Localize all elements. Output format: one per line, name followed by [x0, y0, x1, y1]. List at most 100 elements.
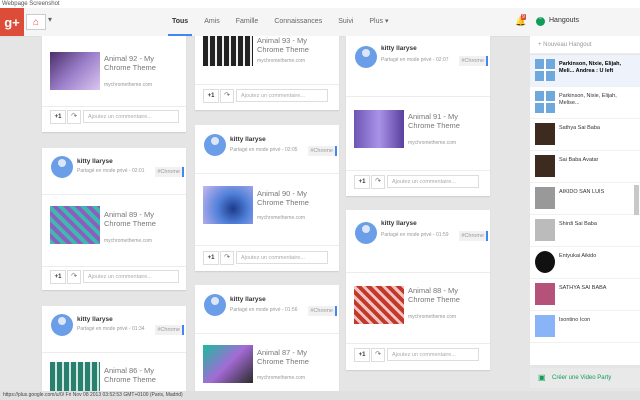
plus-one-button[interactable]: +1: [50, 110, 66, 124]
notification-count[interactable]: 9: [521, 14, 526, 20]
post-card: kitty llaryse Partagé en mode privé - 01…: [195, 285, 339, 391]
theme-thumbnail[interactable]: [203, 36, 253, 66]
author-name[interactable]: kitty llaryse: [381, 45, 417, 52]
theme-thumbnail[interactable]: [354, 286, 404, 324]
post-title[interactable]: Animal 87 - My Chrome Theme: [257, 348, 335, 366]
plus-one-button[interactable]: +1: [203, 251, 219, 265]
avatar[interactable]: [355, 46, 377, 68]
share-icon: ↷: [224, 254, 230, 261]
hashtag[interactable]: #Chrome: [459, 231, 488, 241]
plus-one-button[interactable]: +1: [354, 348, 370, 362]
theme-thumbnail[interactable]: [354, 110, 404, 148]
hangout-name: AIKIDO SAN LUIS: [559, 189, 605, 195]
share-button[interactable]: ↷: [371, 348, 385, 362]
theme-thumbnail[interactable]: [203, 186, 253, 224]
post-title[interactable]: Animal 89 - My Chrome Theme: [104, 210, 182, 228]
hangout-item[interactable]: Isontino Icon: [530, 311, 640, 343]
avatar[interactable]: [355, 222, 377, 244]
share-button[interactable]: ↷: [220, 89, 234, 103]
hangout-list: Parkinson, Nixie, Elijah, Meli... Andrea…: [530, 55, 640, 365]
theme-thumbnail[interactable]: [50, 206, 100, 244]
create-video-party-button[interactable]: Créer une Video Party: [530, 368, 640, 388]
google-plus-logo[interactable]: g+: [0, 8, 24, 36]
hashtag[interactable]: #Chrome: [155, 325, 184, 335]
comment-input[interactable]: Ajoutez un commentaire...: [387, 348, 479, 361]
hangout-item[interactable]: Sai Baba Avatar: [530, 151, 640, 183]
avatar[interactable]: [51, 314, 73, 336]
tab-amis[interactable]: Amis: [196, 8, 228, 36]
post-title[interactable]: Animal 91 - My Chrome Theme: [408, 112, 486, 130]
post-meta: Partagé en mode privé - 01:34: [77, 326, 145, 332]
comment-input[interactable]: Ajoutez un commentaire...: [236, 89, 328, 102]
divider: [42, 352, 186, 353]
plus-one-button[interactable]: +1: [203, 89, 219, 103]
hangout-item[interactable]: Parkinson, Nixie, Elijah, Melise...: [530, 87, 640, 119]
author-name[interactable]: kitty llaryse: [77, 158, 113, 165]
share-button[interactable]: ↷: [67, 270, 81, 284]
tab-connaissances[interactable]: Connaissances: [266, 8, 330, 36]
new-hangout-input[interactable]: + Nouveau Hangout: [530, 36, 640, 54]
comment-input[interactable]: Ajoutez un commentaire...: [236, 251, 328, 264]
author-name[interactable]: kitty llaryse: [230, 296, 266, 303]
author-name[interactable]: kitty llaryse: [230, 136, 266, 143]
hangout-name: Entyukai Aikido: [559, 253, 597, 259]
author-name[interactable]: kitty llaryse: [381, 220, 417, 227]
tab-famille[interactable]: Famille: [228, 8, 267, 36]
theme-thumbnail[interactable]: [203, 345, 253, 383]
comment-input[interactable]: Ajoutez un commentaire...: [83, 270, 179, 283]
divider: [346, 272, 490, 273]
home-button[interactable]: ⌂: [26, 14, 46, 30]
post-url[interactable]: mychrometheme.com: [257, 215, 305, 221]
share-button[interactable]: ↷: [67, 110, 81, 124]
hangout-item[interactable]: Entyukai Aikido: [530, 247, 640, 279]
hangout-item[interactable]: AIKIDO SAN LUIS: [530, 183, 640, 215]
tab-plus[interactable]: Plus ▾: [361, 8, 396, 36]
theme-thumbnail[interactable]: [50, 362, 100, 391]
post-url[interactable]: mychrometheme.com: [104, 82, 152, 88]
avatar: [535, 219, 555, 241]
tab-suivi[interactable]: Suivi: [330, 8, 361, 36]
post-url[interactable]: mychrometheme.com: [257, 375, 305, 381]
hashtag[interactable]: #Chrome: [308, 146, 337, 156]
post-title[interactable]: Animal 90 - My Chrome Theme: [257, 189, 335, 207]
hangout-item[interactable]: Sathya Sai Baba: [530, 119, 640, 151]
avatar[interactable]: [51, 156, 73, 178]
comment-input[interactable]: Ajoutez un commentaire...: [387, 175, 479, 188]
group-avatar: [535, 59, 555, 81]
hangout-item[interactable]: Shirdi Sai Baba: [530, 215, 640, 247]
share-button[interactable]: ↷: [220, 251, 234, 265]
hangout-item[interactable]: Parkinson, Nixie, Elijah, Meli... Andrea…: [530, 55, 640, 87]
avatar[interactable]: [204, 294, 226, 316]
divider: [195, 333, 339, 334]
post-meta: Partagé en mode privé - 01:56: [230, 307, 298, 313]
tab-tous[interactable]: Tous: [164, 8, 196, 36]
post-meta: Partagé en mode privé - 02:01: [77, 168, 145, 174]
hashtag[interactable]: #Chrome: [308, 306, 337, 316]
divider: [346, 96, 490, 97]
post-url[interactable]: mychrometheme.com: [257, 58, 305, 64]
post-card: kitty llaryse Partagé en mode privé - 02…: [195, 125, 339, 271]
share-icon: ↷: [375, 351, 381, 358]
plus-one-button[interactable]: +1: [50, 270, 66, 284]
comment-input[interactable]: Ajoutez un commentaire...: [83, 110, 179, 123]
share-button[interactable]: ↷: [371, 175, 385, 189]
hashtag[interactable]: #Chrome: [155, 167, 184, 177]
post-title[interactable]: Animal 92 - My Chrome Theme: [104, 54, 182, 72]
post-url[interactable]: mychrometheme.com: [408, 314, 456, 320]
avatar: [535, 251, 555, 273]
post-title[interactable]: Animal 93 - My Chrome Theme: [257, 36, 335, 54]
plus-one-button[interactable]: +1: [354, 175, 370, 189]
avatar[interactable]: [204, 134, 226, 156]
theme-thumbnail[interactable]: [50, 52, 100, 90]
post-url[interactable]: mychrometheme.com: [104, 238, 152, 244]
post-url[interactable]: mychrometheme.com: [408, 140, 456, 146]
chevron-down-icon[interactable]: ▾: [48, 15, 52, 24]
stream-tabs: Tous Amis Famille Connaissances Suivi Pl…: [164, 8, 396, 36]
hashtag[interactable]: #Chrome: [459, 56, 488, 66]
author-name[interactable]: kitty llaryse: [77, 316, 113, 323]
post-title[interactable]: Animal 86 - My Chrome Theme: [104, 366, 182, 384]
hangout-name: Isontino Icon: [559, 317, 591, 323]
hangout-item[interactable]: SATHYA SAI BABA: [530, 279, 640, 311]
post-title[interactable]: Animal 88 - My Chrome Theme: [408, 286, 486, 304]
scrollbar[interactable]: [634, 185, 639, 215]
